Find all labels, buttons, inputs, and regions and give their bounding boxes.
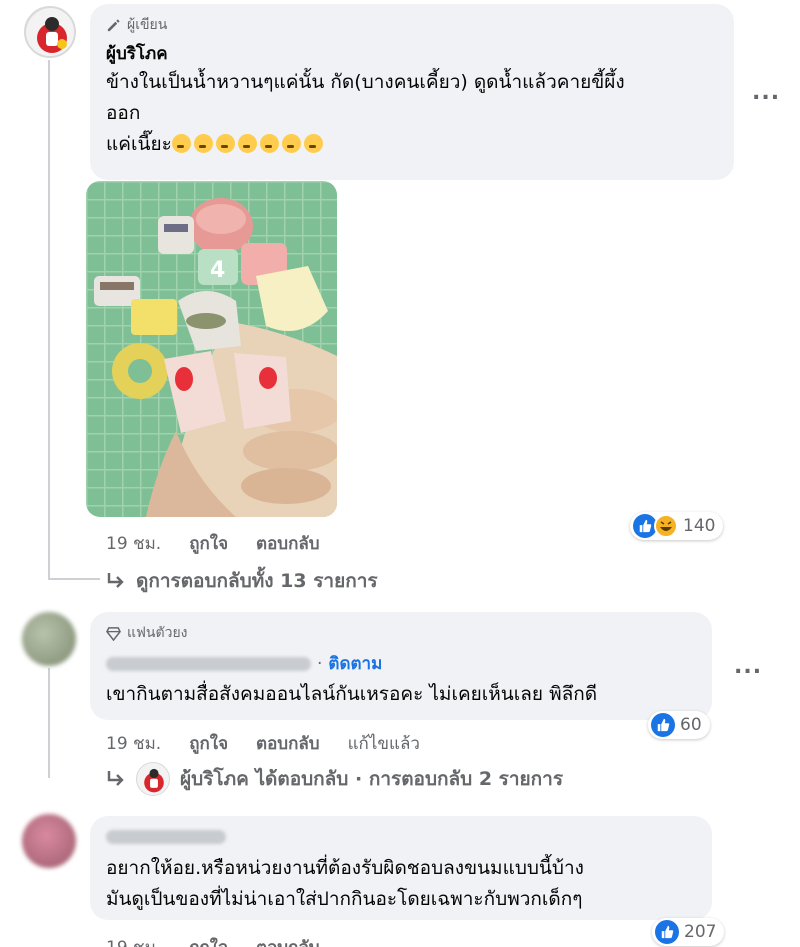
comment-text-line: ออก: [106, 102, 141, 124]
comment-author-blurred[interactable]: [106, 829, 226, 844]
comment-text: แค่เนี๊ยะ: [106, 133, 172, 155]
haha-reaction-icon: [654, 514, 678, 538]
reply-arrow-icon: [107, 573, 124, 588]
yawning-face-icon: [303, 134, 323, 153]
reaction-summary[interactable]: 140: [630, 512, 724, 540]
badge-label: ผู้เขียน: [127, 17, 168, 33]
like-button[interactable]: ถูกใจ: [189, 934, 228, 947]
reply-button[interactable]: ตอบกลับ: [256, 530, 320, 557]
reaction-summary[interactable]: 207: [652, 918, 725, 946]
like-reaction-icon: [651, 713, 675, 737]
edited-label: แก้ไขแล้ว: [347, 734, 420, 754]
comment-meta: 19 ชม. ถูกใจ ตอบกลับ แก้ไขแล้ว: [106, 730, 420, 757]
pencil-icon: [107, 18, 120, 31]
reaction-summary[interactable]: 60: [648, 711, 710, 739]
more-options-button[interactable]: ...: [734, 654, 762, 679]
svg-text:4: 4: [210, 258, 225, 283]
comment-bubble: แฟนตัวยง · ติดตาม เขากินตามสื่อสังคมออนไ…: [90, 612, 712, 720]
comment-text-line: มันดูเป็นของที่ไม่น่าเอาใส่ปากกินอะโดยเฉ…: [106, 888, 583, 910]
comment-bubble: ผู้เขียน ผู้บริโภค ข้างในเป็นน้ำหวานๆแค่…: [90, 4, 734, 180]
reply-arrow-icon: [107, 771, 124, 786]
comment-author-blurred[interactable]: [106, 656, 311, 671]
reaction-count: 60: [680, 715, 702, 735]
comment-text-line: แค่เนี๊ยะ: [106, 129, 720, 160]
follow-button[interactable]: ติดตาม: [328, 650, 382, 677]
author-row: [106, 826, 698, 845]
comment-author[interactable]: ผู้บริโภค: [106, 40, 720, 67]
yawning-face-icon: [193, 134, 213, 153]
like-reaction-icon: [655, 920, 679, 944]
yawning-face-icon: [215, 134, 235, 153]
yawning-face-icon: [237, 134, 257, 153]
view-replies-label: ดูการตอบกลับทั้ง 13 รายการ: [136, 570, 378, 592]
comment-bubble: อยากให้อย.หรือหน่วยงานที่ต้องรับผิดชอบลง…: [90, 816, 712, 920]
timestamp[interactable]: 19 ชม.: [106, 530, 161, 557]
reply-button[interactable]: ตอบกลับ: [256, 730, 320, 757]
timestamp[interactable]: 19 ชม.: [106, 730, 161, 757]
yawning-face-icon: [259, 134, 279, 153]
like-button[interactable]: ถูกใจ: [189, 530, 228, 557]
avatar[interactable]: [24, 6, 76, 58]
author-badge: ผู้เขียน: [106, 14, 720, 36]
like-button[interactable]: ถูกใจ: [189, 730, 228, 757]
separator-dot: ·: [317, 653, 323, 674]
more-options-button[interactable]: ...: [752, 80, 780, 105]
reply-summary-link[interactable]: ผู้บริโภค ได้ตอบกลับ · การตอบกลับ 2 รายก…: [106, 762, 563, 796]
reply-summary: ได้ตอบกลับ · การตอบกลับ 2 รายการ: [248, 768, 564, 790]
comment-photo[interactable]: 4: [86, 181, 337, 517]
reply-summary-text: ผู้บริโภค ได้ตอบกลับ · การตอบกลับ 2 รายก…: [180, 764, 563, 794]
yawning-face-icon: [171, 134, 191, 153]
comment-text: เขากินตามสื่อสังคมออนไลน์กันเหรอคะ ไม่เค…: [106, 683, 598, 705]
view-replies-link[interactable]: ดูการตอบกลับทั้ง 13 รายการ: [106, 566, 378, 596]
avatar[interactable]: [22, 612, 76, 666]
comment-text-line: อยากให้อย.หรือหน่วยงานที่ต้องรับผิดชอบลง…: [106, 857, 584, 879]
reaction-count: 207: [684, 922, 717, 942]
thread-line: [48, 60, 50, 580]
yawning-face-icon: [281, 134, 301, 153]
comment-text-line: ข้างในเป็นน้ำหวานๆแค่นั้น กัด(บางคนเคี้ย…: [106, 71, 625, 93]
reaction-count: 140: [683, 516, 716, 536]
thread-line: [48, 668, 50, 778]
timestamp[interactable]: 19 ชม.: [106, 934, 161, 947]
reply-author: ผู้บริโภค: [180, 768, 249, 790]
top-fan-badge: แฟนตัวยง: [106, 622, 698, 644]
avatar: [136, 762, 170, 796]
comment-meta: 19 ชม. ถูกใจ ตอบกลับ: [106, 530, 320, 557]
reply-button[interactable]: ตอบกลับ: [256, 934, 320, 947]
diamond-icon: [106, 626, 121, 641]
yawning-face-icon: [171, 133, 326, 155]
badge-label: แฟนตัวยง: [127, 625, 188, 641]
author-row: · ติดตาม: [106, 650, 698, 677]
comment-meta: 19 ชม. ถูกใจ ตอบกลับ: [106, 934, 320, 947]
avatar[interactable]: [22, 814, 76, 868]
thread-line-curve: [48, 578, 100, 580]
